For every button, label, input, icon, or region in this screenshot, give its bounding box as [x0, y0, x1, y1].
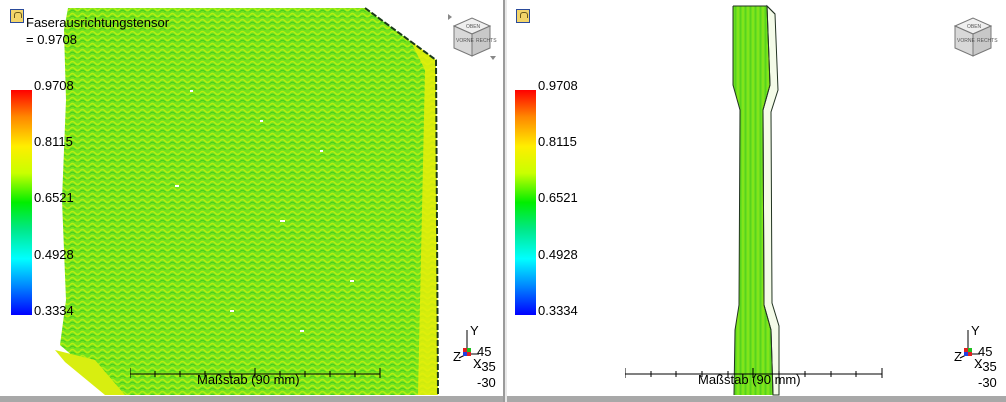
- lock-icon[interactable]: [516, 9, 530, 23]
- right-viewport-bottom-bar: [507, 396, 1006, 402]
- svg-text:VORNE: VORNE: [957, 38, 975, 44]
- nav-cube-icon[interactable]: OBEN VORNE RECHTS: [446, 12, 498, 62]
- dual-viewport-window: Faserausrichtungstensor = 0.9708 0.9708 …: [0, 0, 1006, 402]
- legend-label-4: 0.4928: [34, 247, 74, 262]
- svg-text:VORNE: VORNE: [456, 38, 474, 44]
- axis-label-z: Z: [453, 349, 461, 364]
- axis-label-y: Y: [971, 323, 980, 338]
- scale-label: Maßstab (90 mm): [698, 372, 801, 387]
- plate-mesh[interactable]: [60, 8, 438, 395]
- legend-label-2: 0.8115: [34, 134, 73, 149]
- svg-text:OBEN: OBEN: [967, 24, 982, 30]
- coord-3: -30: [978, 375, 997, 390]
- legend-label-max: 0.9708: [538, 78, 578, 93]
- svg-text:RECHTS: RECHTS: [476, 38, 497, 44]
- legend-label-min: 0.3334: [34, 303, 74, 318]
- coord-2: -35: [477, 359, 496, 374]
- legend-label-3: 0.6521: [34, 190, 74, 205]
- legend-label-2: 0.8115: [538, 134, 577, 149]
- legend-label-3: 0.6521: [538, 190, 578, 205]
- result-title: Faserausrichtungstensor: [26, 15, 170, 30]
- left-model-render[interactable]: [0, 0, 505, 402]
- svg-text:OBEN: OBEN: [466, 24, 481, 30]
- legend-label-4: 0.4928: [538, 247, 578, 262]
- left-viewport-bottom-bar: [0, 396, 503, 402]
- legend-label-max: 0.9708: [34, 78, 74, 93]
- left-viewport[interactable]: Faserausrichtungstensor = 0.9708 0.9708 …: [0, 0, 505, 402]
- lock-icon[interactable]: [10, 9, 24, 23]
- coord-1: 45: [477, 344, 492, 359]
- axis-label-z: Z: [954, 349, 962, 364]
- right-model-render[interactable]: [507, 0, 1006, 402]
- axis-label-y: Y: [470, 323, 479, 338]
- coord-1: 45: [978, 344, 993, 359]
- coord-2: -35: [978, 359, 997, 374]
- svg-text:RECHTS: RECHTS: [977, 38, 998, 44]
- color-legend-bar: [515, 90, 536, 315]
- coord-3: -30: [477, 375, 496, 390]
- scale-label: Maßstab (90 mm): [197, 372, 300, 387]
- legend-label-min: 0.3334: [538, 303, 578, 318]
- right-viewport[interactable]: 0.9708 0.8115 0.6521 0.4928 0.3334 OBEN …: [507, 0, 1006, 402]
- color-legend-bar: [11, 90, 32, 315]
- result-max-readout: = 0.9708: [26, 32, 77, 47]
- nav-cube-icon[interactable]: OBEN VORNE RECHTS: [947, 12, 999, 62]
